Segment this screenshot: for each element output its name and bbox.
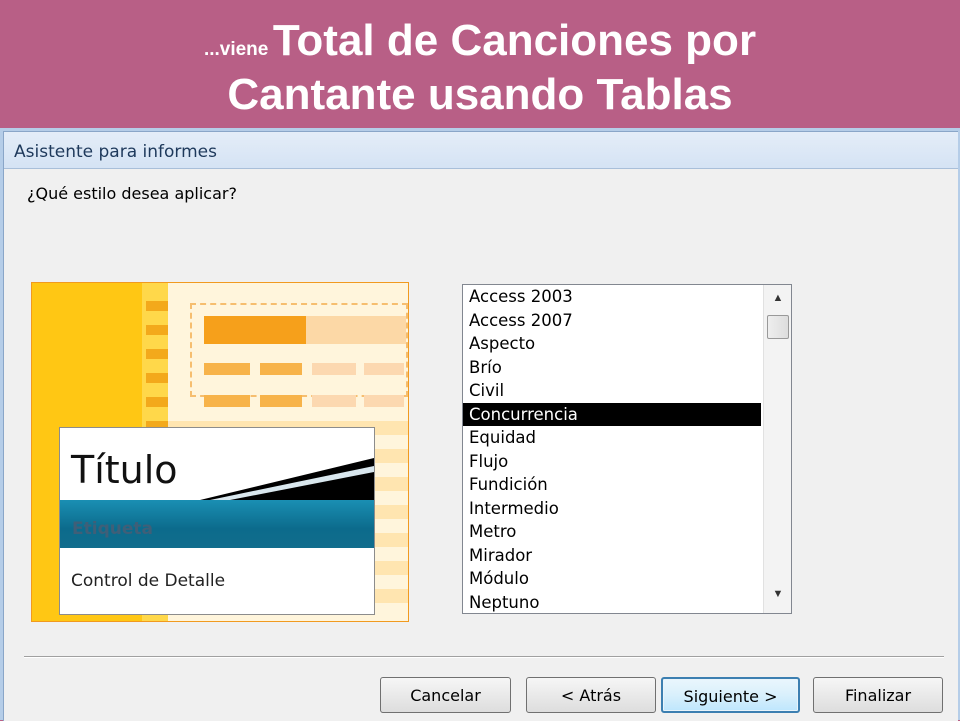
style-list-item[interactable]: Fundición: [463, 473, 761, 497]
scroll-thumb[interactable]: [767, 315, 789, 339]
scroll-down-arrow-icon[interactable]: ▼: [764, 585, 791, 603]
style-question: ¿Qué estilo desea aplicar?: [27, 184, 237, 203]
preview-header-block: [306, 316, 406, 344]
preview-notch: [146, 301, 168, 311]
style-list[interactable]: Access 2003 Access 2007 Aspecto Brío Civil Co…: [463, 285, 761, 614]
scroll-up-arrow-icon[interactable]: ▲: [764, 289, 791, 307]
listbox-scrollbar[interactable]: ▲ ▼: [763, 285, 791, 613]
cancel-button[interactable]: Cancelar: [380, 677, 511, 713]
slide-title-main: Total de Canciones por: [272, 16, 757, 65]
style-list-item[interactable]: Aspecto: [463, 332, 761, 356]
style-list-item[interactable]: Equidad: [463, 426, 761, 450]
window-client: Asistente para informes ¿Qué estilo dese…: [3, 131, 958, 721]
sample-title: Título: [71, 448, 178, 492]
sample-label: Etiqueta: [72, 519, 153, 539]
dialog-separator: [24, 656, 944, 658]
style-list-item[interactable]: Metro: [463, 520, 761, 544]
preview-cell: [364, 363, 404, 375]
style-list-item[interactable]: Brío: [463, 356, 761, 380]
preview-notch: [146, 373, 168, 383]
style-list-item[interactable]: Access 2003: [463, 285, 761, 309]
preview-cell: [364, 395, 404, 407]
style-list-item[interactable]: Intermedio: [463, 497, 761, 521]
next-button[interactable]: Siguiente >: [661, 677, 800, 713]
slide-title-line2: Cantante usando Tablas: [227, 70, 733, 119]
preview-notch: [146, 325, 168, 335]
preview-cell: [312, 363, 356, 375]
style-list-item[interactable]: Mirador: [463, 544, 761, 568]
preview-notch: [146, 397, 168, 407]
sample-label-bar: Etiqueta: [60, 500, 374, 548]
slide-banner: ...viene Total de Canciones por Cantante…: [0, 0, 960, 128]
preview-header-block: [204, 316, 306, 344]
preview-cell: [204, 395, 250, 407]
preview-notch: [146, 349, 168, 359]
style-list-item[interactable]: Concurrencia: [463, 402, 761, 426]
preview-cell: [260, 363, 302, 375]
slide-title-prefix: ...viene: [203, 39, 269, 60]
style-list-item[interactable]: Módulo: [463, 567, 761, 591]
preview-cell: [260, 395, 302, 407]
preview-cell: [312, 395, 356, 407]
preview-cell: [204, 363, 250, 375]
sample-detail: Control de Detalle: [71, 571, 226, 591]
back-button[interactable]: < Atrás: [526, 677, 656, 713]
slide-title-line1: ...viene Total de Canciones por: [0, 16, 960, 66]
style-list-item[interactable]: Access 2007: [463, 309, 761, 333]
style-listbox[interactable]: Access 2003 Access 2007 Aspecto Brío Civil Co…: [462, 284, 792, 614]
dialog-titlebar[interactable]: Asistente para informes: [4, 132, 958, 169]
style-list-item[interactable]: Flujo: [463, 450, 761, 474]
style-list-item[interactable]: Neptuno: [463, 591, 761, 614]
style-list-item[interactable]: Civil: [463, 379, 761, 403]
report-wizard-dialog: Asistente para informes ¿Qué estilo dese…: [0, 128, 960, 721]
preview-sample-card: Título Etiqueta Control de Detalle: [59, 427, 375, 615]
finish-button[interactable]: Finalizar: [813, 677, 943, 713]
dialog-title: Asistente para informes: [14, 142, 217, 162]
